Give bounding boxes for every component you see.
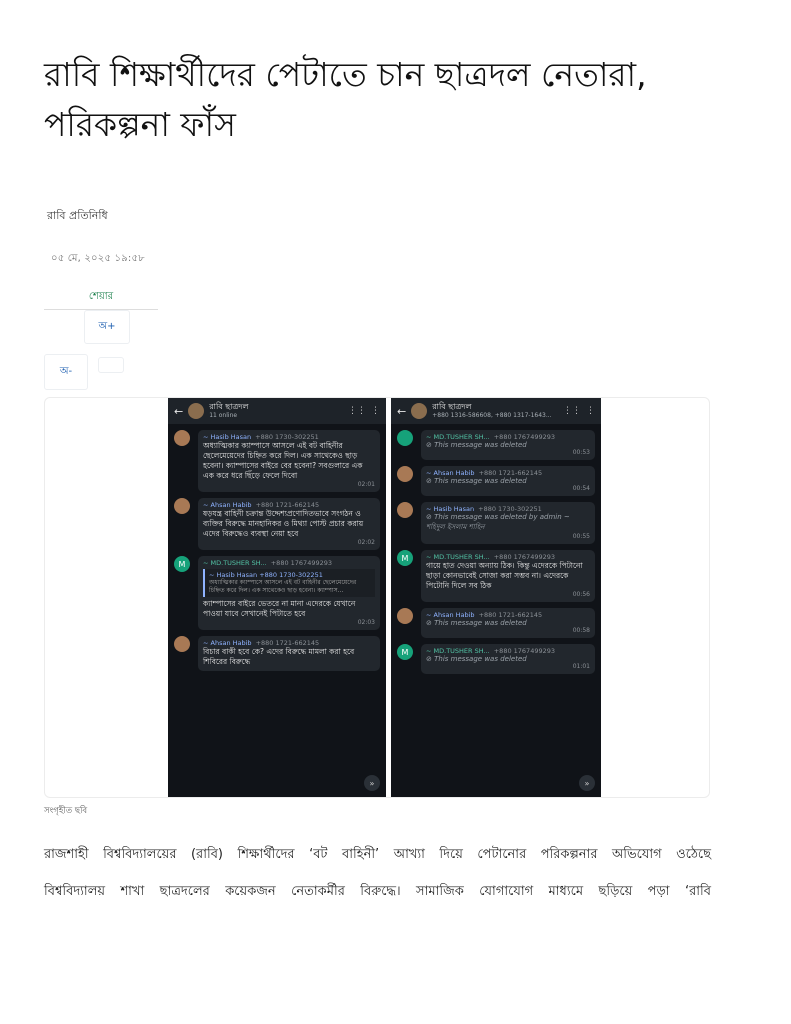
- font-increase-button[interactable]: অ+: [84, 310, 130, 344]
- deleted-notice: This message was deleted: [434, 619, 527, 627]
- deleted-notice: This message was deleted: [434, 441, 527, 449]
- font-decrease-button[interactable]: অ-: [44, 354, 88, 390]
- font-reset-button[interactable]: [98, 357, 124, 373]
- group-avatar: [188, 403, 205, 419]
- sender-phone: +880 1767499293: [270, 559, 333, 567]
- message-time: 02:01: [357, 481, 375, 488]
- blocked-circle-icon: ⊘: [426, 513, 432, 521]
- message-time: 02:03: [357, 619, 375, 626]
- chat-screenshot-left: ← রাবি ছাত্রদল 11 online ⋮⋮ ⋮ ~ Hasib Has…: [168, 398, 386, 797]
- sender-name: ~ Hasib Hasan: [203, 433, 252, 441]
- sender-name: ~ MD.TUSHER SH...: [203, 559, 267, 567]
- avatar: [397, 430, 413, 446]
- article-headline: রাবি শিক্ষার্থীদের পেটাতে চান ছাত্রদল নে…: [44, 55, 647, 144]
- chat-message: ~ Hasib Hasan +880 1730-302251 ⊘ This mes…: [397, 502, 595, 544]
- sender-name: ~ MD.TUSHER SH...: [426, 647, 490, 655]
- sender-phone: +880 1767499293: [493, 553, 556, 561]
- avatar: [174, 498, 190, 514]
- sender-phone: +880 1767499293: [493, 433, 556, 441]
- chat-message: M ~ MD.TUSHER SH... +880 1767499293 গায়ে…: [397, 550, 595, 602]
- chat-message: ~ Ahsan Habib +880 1721-662145 ⊘ This mes…: [397, 466, 595, 496]
- chat-message: M ~ MD.TUSHER SH... +880 1767499293 ⊘ Thi…: [397, 644, 595, 674]
- article-image: ← রাবি ছাত্রদল 11 online ⋮⋮ ⋮ ~ Hasib Has…: [44, 397, 710, 798]
- sender-name: ~ MD.TUSHER SH...: [426, 553, 490, 561]
- arrow-left-icon: ←: [174, 404, 184, 418]
- sender-phone: +880 1721-662145: [255, 501, 320, 509]
- sender-phone: +880 1721-662145: [478, 469, 543, 477]
- blocked-circle-icon: ⊘: [426, 477, 432, 485]
- sender-name: ~ MD.TUSHER SH...: [426, 433, 490, 441]
- group-status: 11 online: [209, 412, 238, 419]
- deleted-notice: This message was deleted: [434, 655, 527, 663]
- chevron-double-down-icon: »: [579, 775, 595, 791]
- sender-phone: +880 1721-662145: [478, 611, 543, 619]
- message-text: অধ্যাত্মিকার ক্যাম্পাসে আসলে এই বট বাহিন…: [203, 441, 363, 480]
- avatar: [397, 608, 413, 624]
- audio-wave-icon: ⋮⋮: [348, 406, 366, 416]
- kebab-menu-icon: ⋮: [586, 406, 595, 416]
- group-name: রাবি ছাত্রদল: [432, 402, 472, 411]
- quote-text: অধ্যাত্মিকার ক্যাম্পাসে আসলে এই বট বাহিন…: [209, 579, 357, 594]
- message-text: ক্যাম্পাসের বাইরে ভেতরে না মানা এদেরকে য…: [203, 599, 356, 618]
- avatar: [174, 636, 190, 652]
- message-text: বিচার বাকী হবে কে? এদের বিরুদ্ধে মামলা ক…: [203, 647, 355, 666]
- chat-message: ~ MD.TUSHER SH... +880 1767499293 ⊘ This …: [397, 430, 595, 460]
- chat-message: ~ Hasib Hasan +880 1730-302251 অধ্যাত্মিক…: [174, 430, 380, 492]
- quote-sender: ~ Hasib Hasan: [209, 571, 258, 579]
- sender-phone: +880 1730-302251: [255, 433, 319, 441]
- message-time: 00:56: [572, 591, 590, 598]
- group-name: রাবি ছাত্রদল: [209, 402, 249, 411]
- sender-phone: +880 1767499293: [493, 647, 556, 655]
- article-body-line: রাজশাহী বিশ্ববিদ্যালয়ের (রাবি) শিক্ষার্…: [44, 847, 711, 862]
- blocked-circle-icon: ⊘: [426, 441, 432, 449]
- chevron-double-down-icon: »: [364, 775, 380, 791]
- chat-message: ~ Ahsan Habib +880 1721-662145 বিচার বাকী…: [174, 636, 380, 671]
- sender-phone: +880 1721-662145: [255, 639, 320, 647]
- quote-phone: +880 1730-302251: [259, 571, 323, 579]
- avatar: M: [397, 550, 413, 566]
- message-time: 01:01: [572, 663, 590, 670]
- avatar: M: [397, 644, 413, 660]
- avatar: [397, 466, 413, 482]
- kebab-menu-icon: ⋮: [371, 406, 380, 416]
- sender-name: ~ Hasib Hasan: [426, 505, 475, 513]
- deleted-notice: This message was deleted by admin ~ শহিদ…: [426, 513, 570, 531]
- quoted-message: ~ Hasib Hasan +880 1730-302251 অধ্যাত্মি…: [203, 569, 375, 597]
- sender-name: ~ Ahsan Habib: [426, 611, 475, 619]
- sender-name: ~ Ahsan Habib: [426, 469, 475, 477]
- byline: রাবি প্রতিনিধি: [47, 209, 108, 222]
- audio-wave-icon: ⋮⋮: [563, 406, 581, 416]
- chat-message: ~ Ahsan Habib +880 1721-662145 ষড়যন্ত্র …: [174, 498, 380, 550]
- chat-message: ~ Ahsan Habib +880 1721-662145 ⊘ This mes…: [397, 608, 595, 638]
- chat-screenshot-right: ← রাবি ছাত্রদল +880 1316-586608, +880 131…: [391, 398, 601, 797]
- sender-phone: +880 1730-302251: [478, 505, 542, 513]
- message-time: 00:53: [572, 449, 590, 456]
- deleted-notice: This message was deleted: [434, 477, 527, 485]
- blocked-circle-icon: ⊘: [426, 655, 432, 663]
- avatar: [174, 430, 190, 446]
- image-caption: সংগৃহীত ছবি: [44, 806, 88, 816]
- group-members: +880 1316-586608, +880 1317-1643...: [432, 412, 552, 419]
- article-body-line: বিশ্ববিদ্যালয় শাখা ছাত্রদলের কয়েকজন নে…: [44, 884, 711, 899]
- avatar: M: [174, 556, 190, 572]
- message-text: ষড়যন্ত্র বাহিনী চক্রান্ত উদ্দেশ্যপ্রণোদ…: [203, 509, 364, 538]
- chat-header: ← রাবি ছাত্রদল +880 1316-586608, +880 131…: [391, 398, 601, 424]
- arrow-left-icon: ←: [397, 404, 407, 418]
- message-time: 00:54: [572, 485, 590, 492]
- sender-name: ~ Ahsan Habib: [203, 501, 252, 509]
- chat-message: M ~ MD.TUSHER SH... +880 1767499293 ~ Has…: [174, 556, 380, 630]
- publish-date: ০৫ মে, ২০২৫ ১৯:৫৮: [51, 253, 145, 264]
- sender-name: ~ Ahsan Habib: [203, 639, 252, 647]
- blocked-circle-icon: ⊘: [426, 619, 432, 627]
- message-time: 00:58: [572, 627, 590, 634]
- message-time: 00:55: [572, 533, 590, 540]
- share-label[interactable]: শেয়ার: [44, 289, 158, 310]
- chat-header: ← রাবি ছাত্রদল 11 online ⋮⋮ ⋮: [168, 398, 386, 424]
- group-avatar: [411, 403, 428, 419]
- avatar: [397, 502, 413, 518]
- message-time: 02:02: [357, 539, 375, 546]
- message-text: গায়ে হাত দেওয়া অন্যায় ঠিক। কিন্তু এদে…: [426, 561, 583, 590]
